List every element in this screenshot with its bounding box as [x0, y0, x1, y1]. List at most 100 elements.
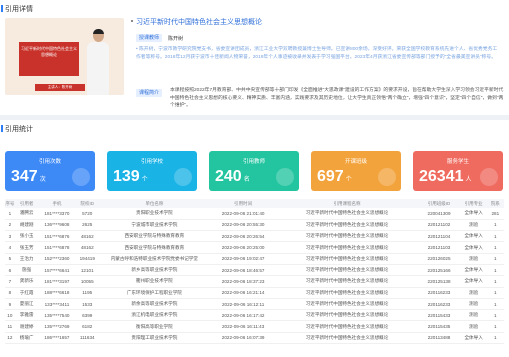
table-cell: 贵阳职业技术学院 — [99, 208, 210, 220]
table-cell: 2022-09-06 16:07:39 — [209, 332, 277, 345]
table-cell: 220113488 — [417, 332, 461, 345]
table-cell: 5 — [5, 253, 15, 265]
column-header: 院系 — [486, 199, 504, 208]
table-row[interactable]: 12 杨瑜广 186****1657 111634 贵阳理工职业技术学院 2022-09-… — [5, 332, 504, 345]
stat-unit: 名 — [243, 177, 250, 183]
table-cell: 2625 — [75, 219, 100, 232]
table-cell: 1 — [486, 253, 504, 265]
table-cell: 全体导入 — [460, 208, 487, 220]
table-cell: 2022-09-06 16:21:14 — [209, 287, 277, 299]
table-cell: 1 — [486, 287, 504, 299]
stat-decoration-icon — [72, 168, 90, 186]
table-row[interactable]: 8 于红霞 188****6618 1195 广东环境保护工程职业学院 2022-09-0… — [5, 287, 504, 299]
column-header: 引用班级ID — [417, 199, 461, 208]
table-cell: 2022-09-06 18:46:57 — [209, 264, 277, 277]
table-cell: 习近平新时代中国特色社会主义思想概论 — [276, 275, 418, 288]
citation-table: 序号 引用者 手机 院校ID 单位名称 引用时间 引用课程名称 引用班级ID 引用专业 院系 1潘… — [5, 199, 504, 345]
course-detail-panel: 引用详情 习近平新时代中国特色社会主义思想概论 主讲人：陈开树 习近平新时代中国… — [0, 0, 509, 115]
table-cell: 龚新乐 — [14, 275, 39, 288]
table-cell: 188****6618 — [38, 287, 76, 299]
table-body: 1 潘腾云 181****3370 5720 贵阳职业技术学院 2022-09-06 21… — [5, 208, 504, 345]
table-cell: 10 — [5, 309, 15, 322]
course-title[interactable]: 习近平新时代中国特色社会主义思想概论 — [131, 17, 262, 27]
table-cell: 全体导入 — [460, 241, 487, 254]
table-cell: 习近平新时代中国特色社会主义思想概论 — [276, 298, 418, 311]
table-row[interactable]: 10 李雅雷 135****7540 6399 浙江机电职业技术学院 2022-09-06… — [5, 309, 504, 322]
table-cell: 10055 — [75, 275, 100, 288]
course-thumbnail[interactable]: 习近平新时代中国特色社会主义思想概论 主讲人：陈开树 — [5, 18, 124, 95]
stat-card: 引用教师 240 名 — [209, 151, 299, 191]
table-cell: 2022-09-06 20:25:00 — [209, 241, 277, 254]
table-cell: 习近平新时代中国特色社会主义思想概论 — [276, 208, 418, 220]
table-cell: 谢建婷 — [14, 320, 39, 333]
table-row[interactable]: 5 王治力 152****2360 194419 内蒙古呼和浩特职业技术学院党委书记学堂… — [5, 253, 504, 265]
section-title-stats: 引用统计 — [1, 125, 33, 133]
table-cell: 广东环境保护工程职业学院 — [99, 287, 210, 299]
stat-value: 26341 人 — [419, 168, 472, 185]
table-row[interactable]: 2 胡建刚 136****9608 2625 宁波城市职业技术学院 2022-09-06 … — [5, 219, 504, 232]
table-cell: 1 — [486, 332, 504, 345]
stat-value: 240 名 — [215, 168, 250, 185]
stat-card: 开课班级 697 个 — [311, 151, 401, 191]
table-cell: 测验 — [460, 298, 487, 311]
table-cell: 习近平新时代中国特色社会主义思想概论 — [276, 320, 418, 333]
table-cell: 2022-09-06 16:17:42 — [209, 309, 277, 322]
stat-card: 引用学校 139 个 — [107, 151, 197, 191]
table-cell: 习近平新时代中国特色社会主义思想概论 — [276, 264, 418, 277]
table-cell: 2022-09-06 21:01:40 — [209, 208, 277, 220]
table-cell: 新余高等职业技术学院 — [99, 298, 210, 311]
table-cell: 习近平新时代中国特色社会主义思想概论 — [276, 309, 418, 322]
table-cell: 220125166 — [417, 264, 461, 277]
table-cell: 181****3370 — [38, 208, 76, 220]
column-header: 引用者 — [14, 199, 39, 208]
table-cell: 测验 — [460, 253, 487, 265]
stat-unit: 个 — [345, 177, 352, 183]
table-cell: 宁波城市职业技术学院 — [99, 219, 210, 232]
stat-decoration-icon — [276, 168, 294, 186]
table-row[interactable]: 7 龚新乐 181****3197 10055 衢州职业技术学院 2022-09-06 1… — [5, 275, 504, 288]
table-cell: 全体导入 — [460, 332, 487, 345]
column-header: 单位名称 — [99, 199, 210, 208]
stat-value: 347 次 — [11, 168, 46, 185]
table-cell: 1 — [486, 264, 504, 277]
table-row[interactable]: 11 谢建婷 135****2769 6182 衡阳高等职业学院 2022-09-06 1… — [5, 320, 504, 333]
table-row[interactable]: 6 施强 157****6641 12101 新乡高等职业技术学院 2022-09-06 … — [5, 264, 504, 277]
table-row[interactable]: 3 张小玉 151****6876 48162 西安职业学院与特殊教育教育 2022-09… — [5, 230, 504, 243]
table-cell: 220041309 — [417, 208, 461, 220]
table-cell: 2 — [5, 219, 15, 232]
table-cell: 西安职业学院与特殊教育教育 — [99, 241, 210, 254]
table-cell: 夏丽江 — [14, 298, 39, 311]
table-cell: 胡建刚 — [14, 219, 39, 232]
table-cell: 测验 — [460, 287, 487, 299]
stat-value: 697 个 — [317, 168, 352, 185]
overview-label: 课程简介 — [136, 89, 163, 97]
table-cell: 李雅雷 — [14, 309, 39, 322]
table-cell: 9 — [5, 298, 15, 311]
table-row[interactable]: 1 潘腾云 181****3370 5720 贵阳职业技术学院 2022-09-06 21… — [5, 208, 504, 220]
table-cell: 衢州职业技术学院 — [99, 275, 210, 288]
table-cell: 王治力 — [14, 253, 39, 265]
lecturer-description: • 陈开树，宁波市教学研究院党支书，省委宣讲团成员，浙江工业大学双聘教授兼博士生… — [136, 47, 498, 60]
table-cell: 194419 — [75, 253, 100, 265]
table-cell: 西安职业学院与特殊教育教育 — [99, 230, 210, 243]
table-cell: 220115435 — [417, 320, 461, 333]
table-cell: 4 — [5, 241, 15, 254]
lecturer-name: 陈开树 — [168, 36, 184, 42]
table-cell: 136****9608 — [38, 219, 76, 232]
table-cell: 1 — [486, 241, 504, 254]
table-cell: 2022-09-06 18:37:23 — [209, 275, 277, 288]
table-cell: 220121103 — [417, 241, 461, 254]
table-cell: 3 — [5, 230, 15, 243]
stat-decoration-icon — [174, 168, 192, 186]
table-cell: 11 — [5, 320, 15, 333]
table-cell: 2022-09-06 16:11:43 — [209, 320, 277, 333]
table-cell: 施强 — [14, 264, 39, 277]
column-header: 手机 — [38, 199, 76, 208]
table-cell: 2022-09-06 20:55:30 — [209, 219, 277, 232]
table-cell: 48162 — [75, 241, 100, 254]
column-header: 引用专业 — [460, 199, 487, 208]
table-cell: 习近平新时代中国特色社会主义思想概论 — [276, 241, 418, 254]
table-row[interactable]: 4 张玉芳 151****6878 48162 西安职业学院与特殊教育教育 2022-09… — [5, 241, 504, 254]
lecturer-label: 授课教师 — [136, 34, 163, 42]
table-row[interactable]: 9 夏丽江 133****3411 1533 新余高等职业技术学院 2022-09-06 … — [5, 298, 504, 311]
